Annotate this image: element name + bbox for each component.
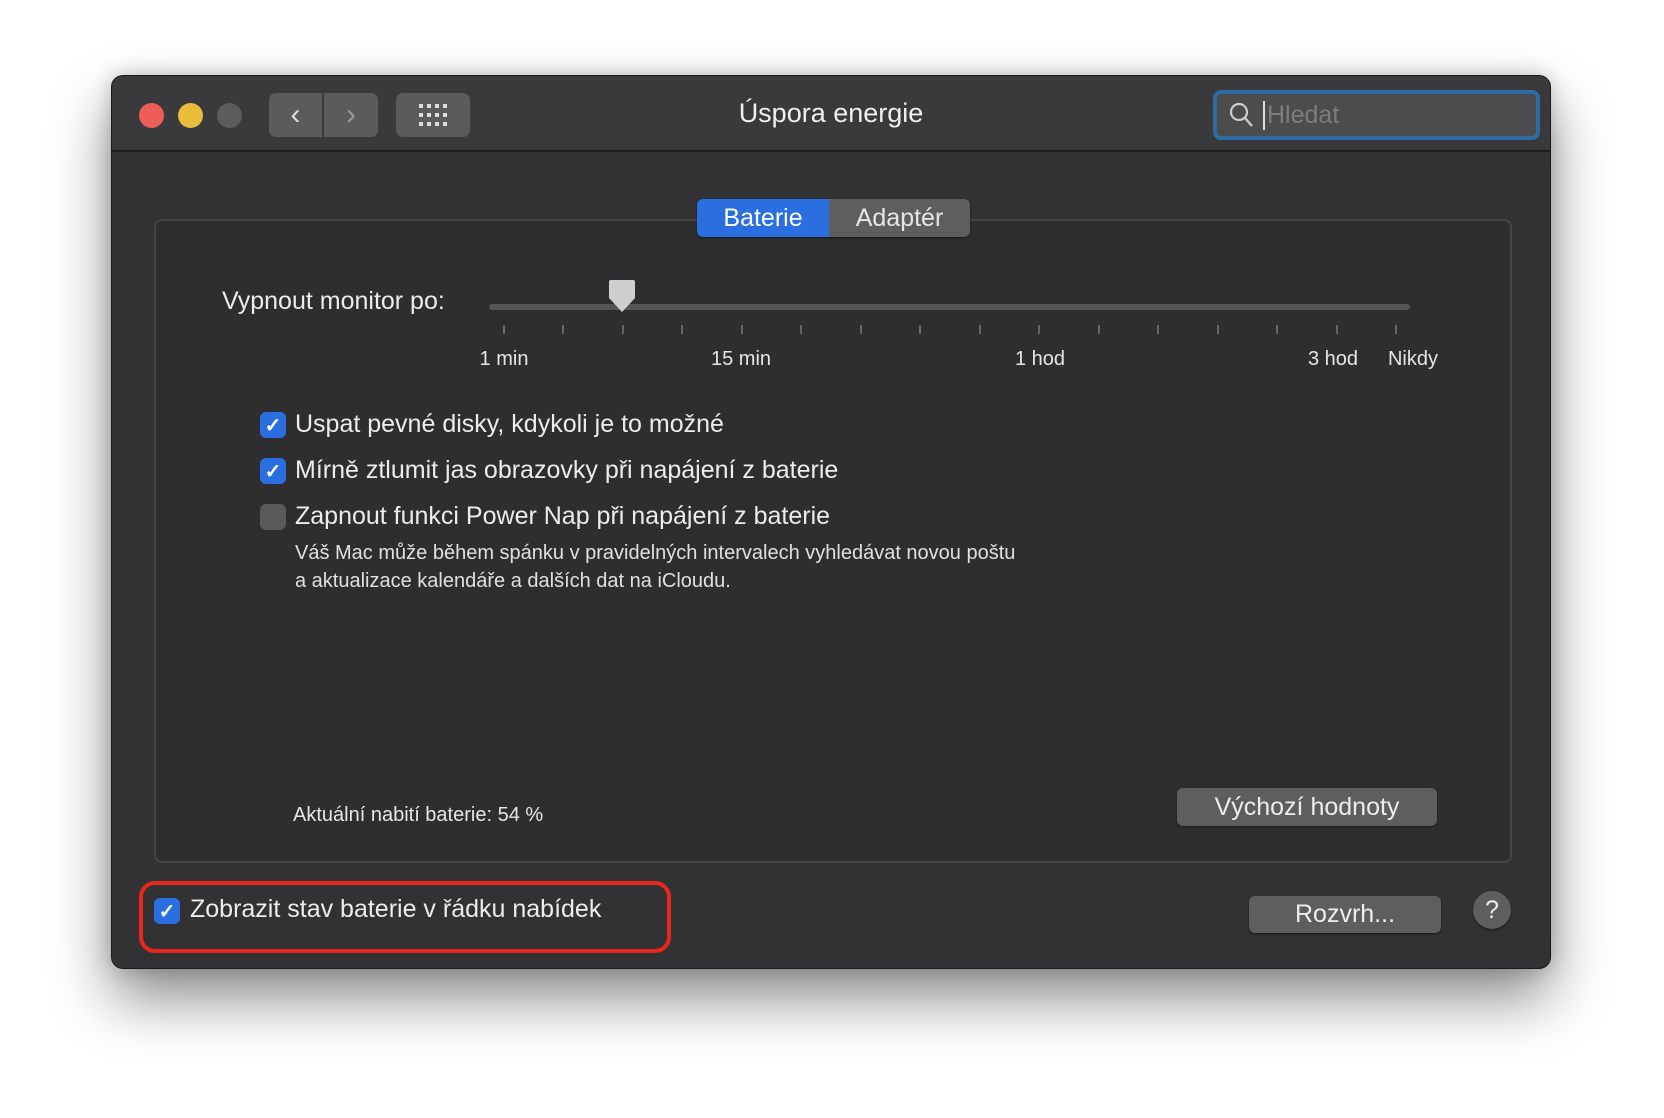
slider-tick	[621, 325, 624, 334]
tick-label: 1 min	[479, 348, 529, 370]
slider-tick	[1216, 325, 1219, 334]
power-nap-checkbox[interactable]	[260, 504, 286, 530]
slider-tick	[740, 325, 743, 334]
help-button[interactable]: ?	[1473, 891, 1511, 929]
slider-tick	[681, 325, 684, 334]
slider-label: Vypnout monitor po:	[222, 287, 445, 315]
slider-tick	[562, 325, 565, 334]
power-nap-description: Váš Mac může během spánku v pravidelných…	[295, 542, 1016, 564]
checkmark-icon: ✓	[264, 414, 282, 437]
tick-label: 3 hod	[1307, 348, 1359, 370]
slider-tick	[859, 325, 862, 334]
tick-label: Nikdy	[1387, 348, 1439, 370]
checkmark-icon: ✓	[158, 900, 176, 923]
slider-thumb[interactable]	[608, 279, 636, 313]
slider-tick	[1097, 325, 1100, 334]
battery-status: Aktuální nabití baterie: 54 %	[293, 804, 544, 826]
sleep-disks-label: Uspat pevné disky, kdykoli je to možné	[295, 410, 724, 438]
sleep-disks-checkbox[interactable]: ✓	[260, 412, 286, 438]
tick-label: 1 hod	[1014, 348, 1066, 370]
slider-tick	[1276, 325, 1279, 334]
search-icon	[1229, 102, 1253, 127]
search-placeholder: Hledat	[1263, 100, 1339, 130]
slider-tick	[1395, 325, 1397, 334]
slider-tick	[503, 325, 505, 334]
slider-tick	[1157, 325, 1160, 334]
power-nap-description: a aktualizace kalendáře a dalších dat na…	[295, 570, 731, 592]
tick-label: 15 min	[710, 348, 772, 370]
dim-display-label: Mírně ztlumit jas obrazovky při napájení…	[295, 456, 839, 484]
slider-tick	[978, 325, 981, 334]
slider-tick	[800, 325, 803, 334]
dim-display-checkbox[interactable]: ✓	[260, 458, 286, 484]
tab-baterie[interactable]: Baterie	[697, 199, 829, 237]
power-nap-label: Zapnout funkci Power Nap při napájení z …	[295, 502, 831, 530]
slider-tick	[919, 325, 922, 334]
tab-adapter[interactable]: Adaptér	[829, 199, 970, 237]
show-battery-checkbox[interactable]: ✓	[154, 898, 180, 924]
slider-tick	[1038, 325, 1041, 334]
restore-defaults-button[interactable]: Výchozí hodnoty	[1177, 788, 1437, 826]
energy-saver-window: ‹ › Úspora energie Hledat Baterie Adapté…	[111, 75, 1551, 969]
search-input[interactable]: Hledat	[1213, 90, 1540, 140]
show-battery-label: Zobrazit stav baterie v řádku nabídek	[190, 895, 602, 923]
checkmark-icon: ✓	[264, 460, 282, 483]
schedule-button[interactable]: Rozvrh...	[1249, 896, 1441, 933]
title-bar: ‹ › Úspora energie Hledat	[112, 76, 1550, 152]
tab-bar: Baterie Adaptér	[697, 199, 970, 237]
slider-tick	[1335, 325, 1338, 334]
